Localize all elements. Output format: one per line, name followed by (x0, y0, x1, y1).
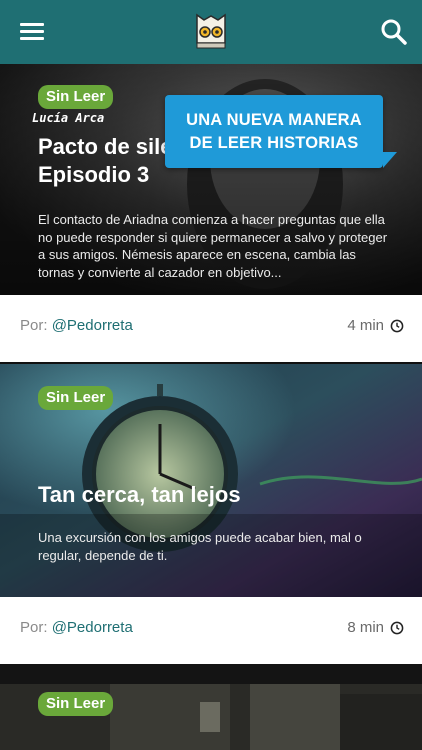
promo-banner: UNA NUEVA MANERA DE LEER HISTORIAS (165, 95, 397, 168)
story-footer: Por: @Pedorreta 8 min (0, 597, 422, 664)
app-bar (0, 0, 422, 64)
story-cover[interactable]: Sin Leer (0, 684, 422, 750)
story-title-line-1: Tan cerca, tan lejos (38, 482, 241, 507)
menu-icon[interactable] (20, 20, 46, 42)
byline: Por: @Pedorreta (20, 317, 133, 334)
cover-author-name: Lucía Arca (32, 111, 105, 125)
story-cover[interactable]: Sin Leer Tan cerca, tan lejos Una excurs… (0, 364, 422, 597)
search-icon[interactable] (380, 18, 408, 46)
story-description: El contacto de Ariadna comienza a hacer … (38, 212, 388, 280)
unread-badge[interactable]: Sin Leer (38, 85, 114, 109)
card-divider (0, 664, 422, 684)
story-card[interactable]: Sin Leer Tan cerca, tan lejos Una excurs… (0, 364, 422, 664)
by-label: Por: (20, 619, 48, 636)
clock-icon (390, 621, 404, 635)
reading-time: 8 min (347, 619, 384, 636)
story-card[interactable]: Sin Leer (0, 684, 422, 750)
banner-line-2: DE LEER HISTORIAS (189, 134, 359, 152)
reading-time: 4 min (347, 317, 384, 334)
byline: Por: @Pedorreta (20, 619, 133, 636)
author-link[interactable]: @Pedorreta (52, 317, 133, 334)
unread-badge[interactable]: Sin Leer (38, 692, 114, 716)
story-title[interactable]: Tan cerca, tan lejos (38, 481, 241, 509)
clock-icon (390, 319, 404, 333)
unread-badge[interactable]: Sin Leer (38, 386, 114, 410)
by-label: Por: (20, 317, 48, 334)
banner-line-1: UNA NUEVA MANERA (186, 111, 362, 129)
author-link[interactable]: @Pedorreta (52, 619, 133, 636)
owl-logo-icon[interactable] (195, 13, 227, 49)
story-description: Una excursión con los amigos puede acaba… (38, 530, 362, 563)
story-footer: Por: @Pedorreta 4 min (0, 295, 422, 362)
